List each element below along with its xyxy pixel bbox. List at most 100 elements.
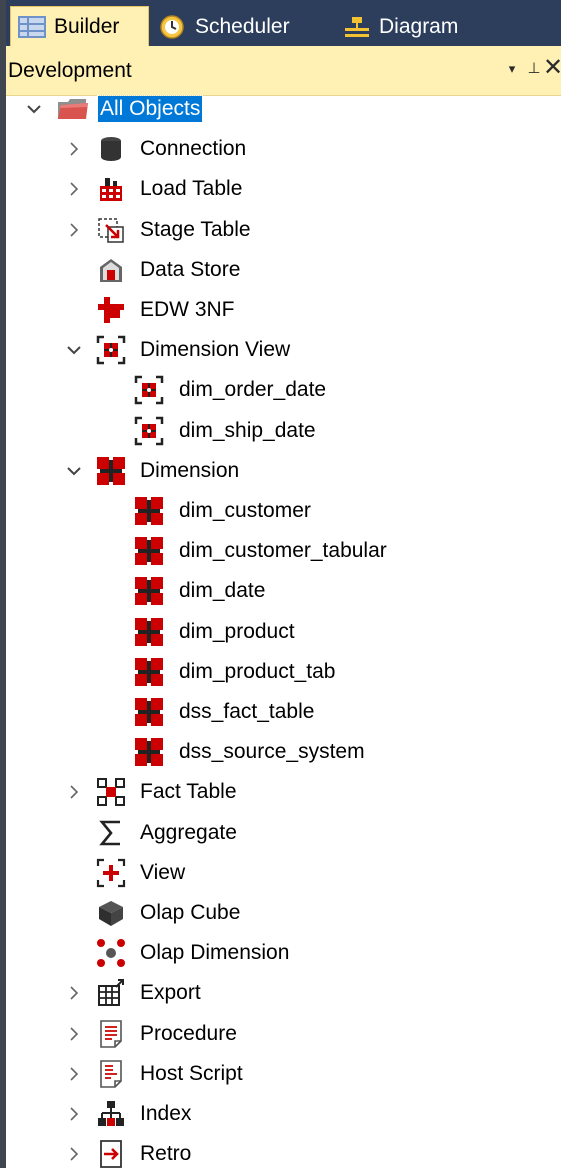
tree-row-view[interactable]: View [0,853,561,893]
tree-label: Olap Dimension [140,941,290,964]
close-icon[interactable]: ✕ [541,56,561,82]
tree-row-dim-ship-date[interactable]: dim_ship_date [0,411,561,451]
folder-icon [56,94,88,124]
tab-strip: Builder Scheduler Diagram [6,0,561,46]
chevron-right-icon[interactable] [64,772,84,812]
tree-row-olap-cube[interactable]: Olap Cube [0,893,561,933]
chevron-right-icon[interactable] [64,129,84,169]
tree-row-all-objects[interactable]: All Objects [0,89,561,129]
chevron-right-icon[interactable] [64,973,84,1013]
tree-row-dim-product-tab[interactable]: dim_product_tab [0,652,561,692]
panel-title: Development [8,59,132,82]
chevron-right-icon[interactable] [64,1094,84,1134]
load-table-icon [96,174,126,204]
tree-row-retro[interactable]: Retro [0,1134,561,1168]
tree-label: Stage Table [140,218,251,241]
tab-builder[interactable]: Builder [10,6,149,46]
tree-label: Data Store [140,258,241,281]
tree-row-dim-date[interactable]: dim_date [0,571,561,611]
tree-row-fact-table[interactable]: Fact Table [0,772,561,812]
tree-row-edw-3nf[interactable]: EDW 3NF [0,290,561,330]
tree-label: dim_ship_date [179,419,316,442]
tree-row-dimension[interactable]: Dimension [0,451,561,491]
dimension-icon [134,576,164,606]
dimension-icon [134,657,164,687]
tree-label: dim_product [179,620,295,643]
view-icon [96,858,126,888]
dimension-view-icon [134,375,164,405]
tree-row-host-script[interactable]: Host Script [0,1054,561,1094]
tree-row-dss-source-system[interactable]: dss_source_system [0,732,561,772]
tree-row-aggregate[interactable]: Aggregate [0,813,561,853]
tree-label: dim_product_tab [179,660,336,683]
tree-row-connection[interactable]: Connection [0,129,561,169]
dimension-icon [134,737,164,767]
tree-row-dim-customer-tabular[interactable]: dim_customer_tabular [0,531,561,571]
tab-builder-label: Builder [54,14,120,38]
tree-row-export[interactable]: Export [0,973,561,1013]
tree-label: dim_customer_tabular [179,539,387,562]
tree-label: View [140,861,186,884]
tree-label: All Objects [96,95,204,123]
tree-row-procedure[interactable]: Procedure [0,1014,561,1054]
dimension-icon [96,456,126,486]
tree-label: Index [140,1102,192,1125]
dimension-view-icon [134,416,164,446]
cube-icon [96,898,126,928]
builder-icon [17,14,47,40]
dimension-icon [134,617,164,647]
tree-label: dss_source_system [179,740,365,763]
retro-icon [96,1139,126,1168]
chevron-down-icon[interactable] [24,89,44,129]
chevron-right-icon[interactable] [64,1054,84,1094]
tree-label: Load Table [140,177,243,200]
tree-row-load-table[interactable]: Load Table [0,169,561,209]
tree-label: Retro [140,1142,192,1165]
tree-label: Host Script [140,1062,243,1085]
dimension-icon [134,496,164,526]
host-script-icon [96,1059,126,1089]
tree-row-dss-fact-table[interactable]: dss_fact_table [0,692,561,732]
tree-label: Procedure [140,1022,237,1045]
tree-label: dim_date [179,579,266,602]
tree-label: dim_customer [179,499,311,522]
chevron-right-icon[interactable] [64,210,84,250]
tree-label: dss_fact_table [179,700,315,723]
chevron-right-icon[interactable] [64,1014,84,1054]
tree-label: Fact Table [140,780,237,803]
tree-label: Export [140,981,201,1004]
window-menu-dropdown-icon[interactable]: ▾ [500,56,524,82]
tree-row-index[interactable]: Index [0,1094,561,1134]
tab-scheduler-label: Scheduler [195,15,290,38]
tree-row-olap-dimension[interactable]: Olap Dimension [0,933,561,973]
diagram-icon [342,14,372,40]
tab-diagram[interactable]: Diagram [336,8,506,46]
development-panel: Builder Scheduler Diagram Development ▾ … [0,0,561,1168]
chevron-down-icon[interactable] [64,451,84,491]
chevron-right-icon[interactable] [64,1134,84,1168]
tree-row-dim-customer[interactable]: dim_customer [0,491,561,531]
dimension-icon [134,697,164,727]
edw-3nf-icon [96,295,126,325]
tree-label: Dimension View [140,338,291,361]
chevron-down-icon[interactable] [64,330,84,370]
tree-label: Dimension [140,459,240,482]
tree-row-dim-product[interactable]: dim_product [0,612,561,652]
tab-scheduler[interactable]: Scheduler [152,8,318,46]
tree-label: Connection [140,137,247,160]
index-icon [96,1099,126,1129]
tree-label: Olap Cube [140,901,241,924]
tree-label: EDW 3NF [140,298,235,321]
tree-row-dim-order-date[interactable]: dim_order_date [0,370,561,410]
dimension-icon [134,536,164,566]
chevron-right-icon[interactable] [64,169,84,209]
tab-diagram-label: Diagram [379,15,459,38]
tree-row-dimension-view[interactable]: Dimension View [0,330,561,370]
tree-row-stage-table[interactable]: Stage Table [0,210,561,250]
procedure-icon [96,1019,126,1049]
scheduler-icon [158,14,188,40]
stage-table-icon [96,215,126,245]
tree-label: dim_order_date [179,378,327,401]
data-store-icon [96,255,126,285]
tree-row-data-store[interactable]: Data Store [0,250,561,290]
